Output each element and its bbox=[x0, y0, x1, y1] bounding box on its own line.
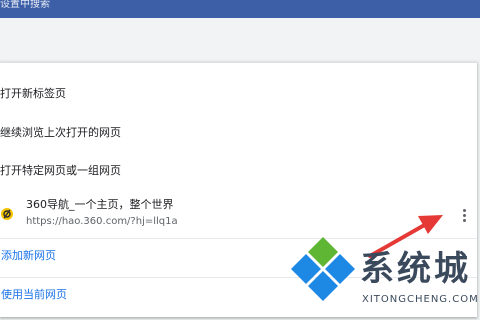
site-favicon-icon bbox=[1, 208, 13, 220]
settings-header: 设置中搜索 bbox=[0, 0, 480, 18]
use-current-pages-link[interactable]: 使用当前网页 bbox=[1, 286, 67, 304]
startup-option-new-tab[interactable]: 打开新标签页 bbox=[0, 84, 440, 104]
startup-page-url: https://hao.360.com/?hj=llq1a bbox=[26, 216, 178, 227]
startup-option-specific-pages[interactable]: 打开特定网页或一组网页 bbox=[0, 161, 440, 181]
startup-option-continue[interactable]: 继续浏览上次打开的网页 bbox=[0, 123, 440, 143]
watermark-logo-icon bbox=[291, 237, 355, 301]
more-actions-icon[interactable] bbox=[456, 206, 472, 224]
startup-page-title: 360导航_一个主页，整个世界 bbox=[26, 198, 174, 211]
watermark-subtext: XITONGCHENG.COM bbox=[362, 294, 479, 305]
panel-divider bbox=[0, 62, 477, 63]
watermark-text: 系统城 bbox=[360, 249, 471, 289]
settings-search-label[interactable]: 设置中搜索 bbox=[0, 0, 50, 10]
row-divider bbox=[0, 238, 477, 239]
add-new-page-link[interactable]: 添加新网页 bbox=[1, 247, 56, 265]
